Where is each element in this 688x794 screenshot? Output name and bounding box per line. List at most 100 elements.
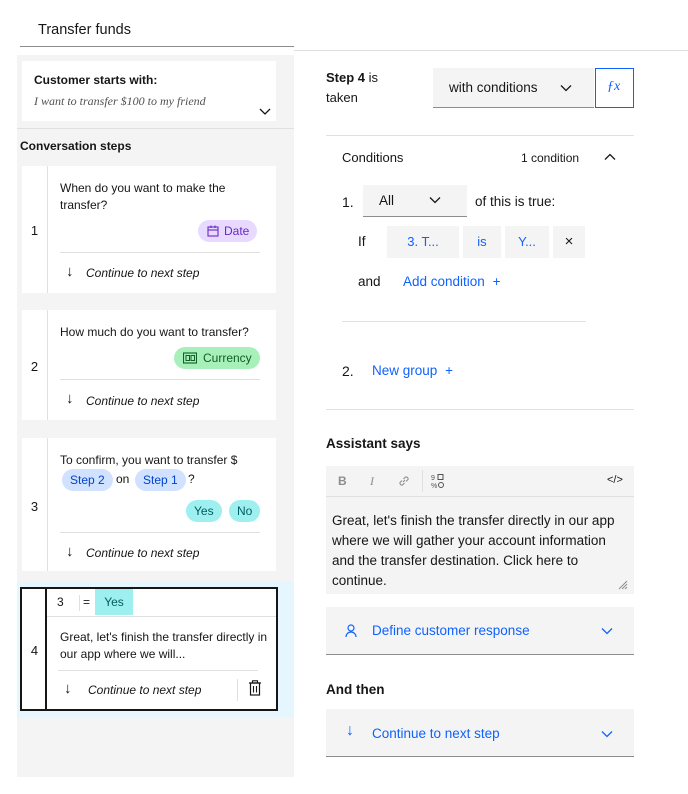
step-text: How much do you want to transfer? (60, 325, 249, 339)
expression-button[interactable]: ƒx (595, 68, 634, 108)
no-tag: No (229, 500, 261, 522)
step-number-bold: 4 (357, 70, 366, 85)
chevron-down-icon (601, 731, 613, 738)
plus-icon: + (445, 363, 453, 378)
step-number: 3 (30, 499, 39, 514)
step-card-2[interactable]: 2 How much do you want to transfer? Curr… (22, 310, 276, 420)
and-then-dropdown[interactable]: ↓ Continue to next step (326, 709, 634, 757)
condition-subject-button[interactable]: 3. T... (387, 226, 459, 258)
chevron-up-icon[interactable] (604, 153, 616, 161)
customer-starts-example: I want to transfer $100 to my friend (34, 94, 206, 108)
step-taken-label: Step 4 is (326, 70, 378, 85)
divider (342, 321, 586, 322)
arrow-down-icon: ↓ (346, 722, 354, 739)
group-index: 2. (342, 363, 354, 379)
bold-button[interactable]: B (338, 474, 347, 488)
step-divider (58, 670, 258, 671)
new-group-link[interactable]: New group + (372, 363, 453, 378)
of-this-true-label: of this is true: (475, 194, 556, 209)
italic-button[interactable]: I (370, 474, 374, 489)
step-text: To confirm, you want to transfer $ (60, 453, 238, 467)
step-ref-tag: Step 1 (135, 469, 186, 491)
trash-icon[interactable] (248, 680, 262, 696)
date-tag: Date (198, 220, 258, 242)
condition-operator: = (83, 595, 91, 609)
currency-tag: Currency (174, 347, 260, 369)
variable-icon[interactable]: 9 % (430, 473, 446, 489)
add-condition-label: Add condition (403, 274, 485, 289)
conversation-steps-heading: Conversation steps (20, 139, 132, 153)
condition-operator-button[interactable]: is (463, 226, 501, 258)
step-divider (60, 379, 260, 380)
chevron-down-icon (560, 85, 572, 92)
divider (237, 679, 238, 701)
is-word: is (368, 70, 379, 85)
plus-icon: + (492, 274, 501, 289)
step-number: 1 (30, 223, 39, 238)
match-mode-dropdown[interactable]: All (363, 185, 467, 217)
match-mode-value: All (379, 193, 395, 208)
define-customer-response-label: Define customer response (372, 623, 530, 638)
currency-icon (183, 352, 197, 364)
step-card-4[interactable]: 4 3 = Yes Great, let's finish the transf… (20, 587, 278, 711)
step-continue-label: Continue to next step (88, 683, 202, 697)
calendar-icon (207, 225, 219, 237)
step-word: Step (326, 70, 355, 85)
new-group-label: New group (372, 363, 438, 378)
define-customer-response-accordion[interactable]: Define customer response (326, 607, 634, 655)
condition-value-button[interactable]: Y... (505, 226, 549, 258)
step-number: 4 (30, 643, 39, 658)
divider (326, 409, 634, 410)
step-continue-label: Continue to next step (86, 266, 200, 280)
divider (326, 135, 634, 136)
user-icon (345, 624, 357, 638)
currency-tag-label: Currency (203, 351, 252, 365)
page-title[interactable]: Transfer funds (38, 22, 131, 38)
customer-starts-card[interactable] (22, 61, 276, 121)
step-number: 2 (30, 359, 39, 374)
resize-handle-icon[interactable] (618, 580, 628, 590)
taken-word: taken (326, 90, 358, 105)
and-label: and (358, 274, 381, 289)
step-continue-label: Continue to next step (86, 546, 200, 560)
arrow-down-icon: ↓ (66, 390, 74, 407)
assistant-message-text[interactable]: Great, let's finish the transfer directl… (332, 511, 622, 591)
step-text-qmark: ? (188, 472, 195, 486)
chevron-down-icon (429, 197, 441, 204)
condition-step: 3 (57, 595, 64, 609)
chevron-down-icon[interactable] (259, 106, 271, 116)
condition-count: 1 condition (521, 151, 580, 165)
divider (79, 595, 80, 611)
chevron-down-icon (601, 628, 613, 635)
conditions-title: Conditions (342, 150, 404, 165)
assistant-message-editor[interactable]: B I 9 % </> Great, let's finish the tran… (326, 466, 634, 594)
step-card-3[interactable]: 3 To confirm, you want to transfer $ Ste… (22, 438, 276, 571)
taken-mode-dropdown[interactable]: with conditions (433, 68, 594, 108)
svg-text:9: 9 (431, 475, 435, 482)
step-divider (60, 252, 260, 253)
remove-condition-button[interactable]: × (553, 226, 585, 258)
taken-mode-value: with conditions (449, 80, 538, 95)
and-then-value: Continue to next step (372, 726, 500, 741)
arrow-down-icon: ↓ (66, 543, 74, 560)
group-index: 1. (342, 194, 354, 210)
step-text: Great, let's finish the transfer directl… (60, 630, 268, 661)
arrow-down-icon: ↓ (66, 263, 74, 280)
divider (17, 128, 294, 129)
assistant-says-heading: Assistant says (326, 436, 421, 451)
link-icon[interactable] (397, 474, 411, 488)
step-continue-label: Continue to next step (86, 394, 200, 408)
editor-toolbar: B I 9 % </> (326, 466, 634, 497)
step-condition-bar: 3 = Yes (47, 589, 276, 617)
arrow-down-icon: ↓ (64, 680, 72, 697)
step-card-1[interactable]: 1 When do you want to make the transfer?… (22, 166, 276, 293)
step-divider (60, 532, 260, 533)
title-underline (20, 46, 294, 47)
function-icon: ƒx (607, 79, 621, 94)
divider (422, 470, 423, 492)
if-label: If (358, 234, 366, 249)
header-divider (294, 50, 688, 51)
code-view-button[interactable]: </> (607, 474, 623, 486)
add-condition-link[interactable]: Add condition + (403, 274, 500, 289)
and-then-heading: And then (326, 682, 385, 697)
